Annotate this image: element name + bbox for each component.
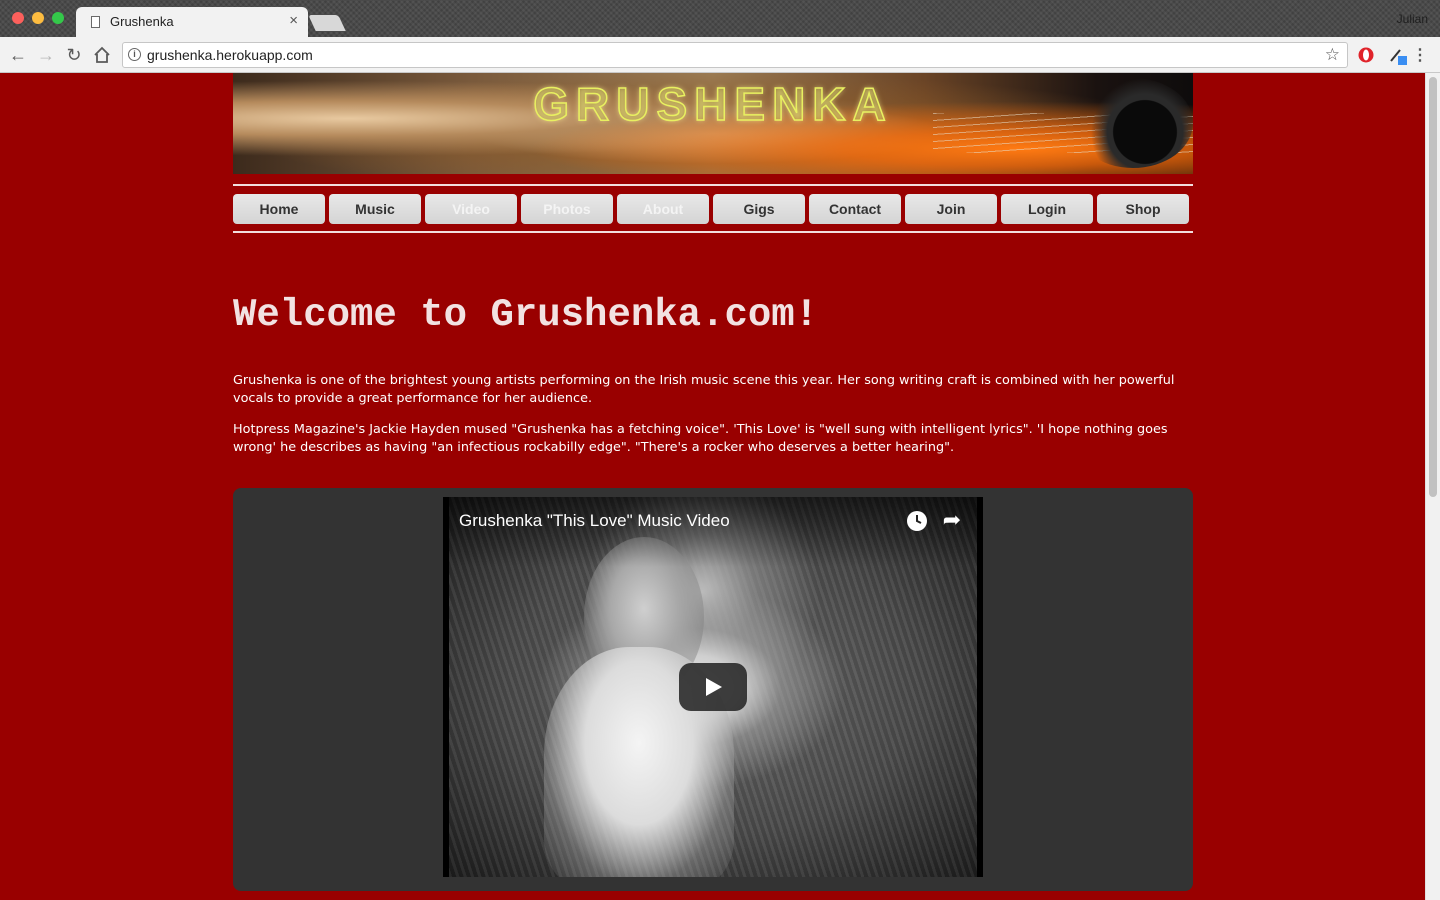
main-nav: Home Music Video Photos About Gigs Conta… bbox=[233, 194, 1193, 224]
nav-home-button[interactable]: Home bbox=[233, 194, 325, 224]
back-icon[interactable]: ← bbox=[7, 44, 29, 66]
window-maximize-button[interactable] bbox=[52, 12, 64, 24]
new-tab-button[interactable] bbox=[308, 15, 346, 31]
address-bar[interactable]: i grushenka.herokuapp.com ☆ bbox=[122, 42, 1348, 68]
nav-gigs-button[interactable]: Gigs bbox=[713, 194, 805, 224]
site-banner: GRUSHENKA bbox=[233, 73, 1193, 174]
page-scrollbar[interactable] bbox=[1425, 73, 1440, 900]
scrollbar-thumb[interactable] bbox=[1429, 77, 1437, 497]
banner-logo: GRUSHENKA bbox=[533, 77, 893, 131]
forward-icon[interactable]: → bbox=[35, 44, 57, 66]
nav-login-button[interactable]: Login bbox=[1001, 194, 1093, 224]
video-title[interactable]: Grushenka "This Love" Music Video bbox=[459, 511, 730, 531]
press-paragraph: Hotpress Magazine's Jackie Hayden mused … bbox=[233, 422, 1168, 455]
nav-bottom-rule bbox=[233, 231, 1193, 233]
tab-title: Grushenka bbox=[110, 14, 174, 29]
video-title-shade bbox=[449, 497, 977, 567]
video-panel: Grushenka "This Love" Music Video ➦ bbox=[233, 488, 1193, 891]
page-viewport: GRUSHENKA Home Music Video Photos About … bbox=[0, 73, 1440, 900]
video-player[interactable]: Grushenka "This Love" Music Video ➦ bbox=[443, 497, 983, 877]
nav-music-button[interactable]: Music bbox=[329, 194, 421, 224]
page-title: Welcome to Grushenka.com! bbox=[233, 293, 819, 337]
nav-video-button[interactable]: Video bbox=[425, 194, 517, 224]
intro-paragraph: Grushenka is one of the brightest young … bbox=[233, 373, 1175, 406]
nav-contact-button[interactable]: Contact bbox=[809, 194, 901, 224]
nav-about-button[interactable]: About bbox=[617, 194, 709, 224]
browser-menu-icon[interactable]: ⋮ bbox=[1412, 45, 1428, 65]
extension-icon[interactable] bbox=[1388, 46, 1407, 65]
browser-tab[interactable]: Grushenka × bbox=[76, 7, 308, 37]
home-icon[interactable] bbox=[91, 44, 113, 66]
play-icon bbox=[706, 678, 722, 696]
window-titlebar: Grushenka × Julian bbox=[0, 0, 1440, 37]
watch-later-icon[interactable] bbox=[907, 511, 927, 531]
url-text[interactable]: grushenka.herokuapp.com bbox=[147, 47, 313, 63]
window-minimize-button[interactable] bbox=[32, 12, 44, 24]
nav-top-rule bbox=[233, 184, 1193, 186]
site-info-icon[interactable]: i bbox=[128, 48, 141, 61]
opera-extension-icon[interactable] bbox=[1357, 46, 1375, 64]
tab-close-icon[interactable]: × bbox=[289, 12, 298, 30]
nav-photos-button[interactable]: Photos bbox=[521, 194, 613, 224]
page-icon bbox=[91, 16, 100, 28]
bookmark-star-icon[interactable]: ☆ bbox=[1325, 45, 1340, 65]
reload-icon[interactable]: ↻ bbox=[63, 44, 85, 66]
share-icon[interactable]: ➦ bbox=[943, 509, 961, 531]
nav-join-button[interactable]: Join bbox=[905, 194, 997, 224]
window-close-button[interactable] bbox=[12, 12, 24, 24]
browser-toolbar: ← → ↻ i grushenka.herokuapp.com ☆ ⋮ bbox=[0, 37, 1440, 73]
play-button[interactable] bbox=[679, 663, 747, 711]
nav-shop-button[interactable]: Shop bbox=[1097, 194, 1189, 224]
profile-name[interactable]: Julian bbox=[1397, 12, 1428, 26]
